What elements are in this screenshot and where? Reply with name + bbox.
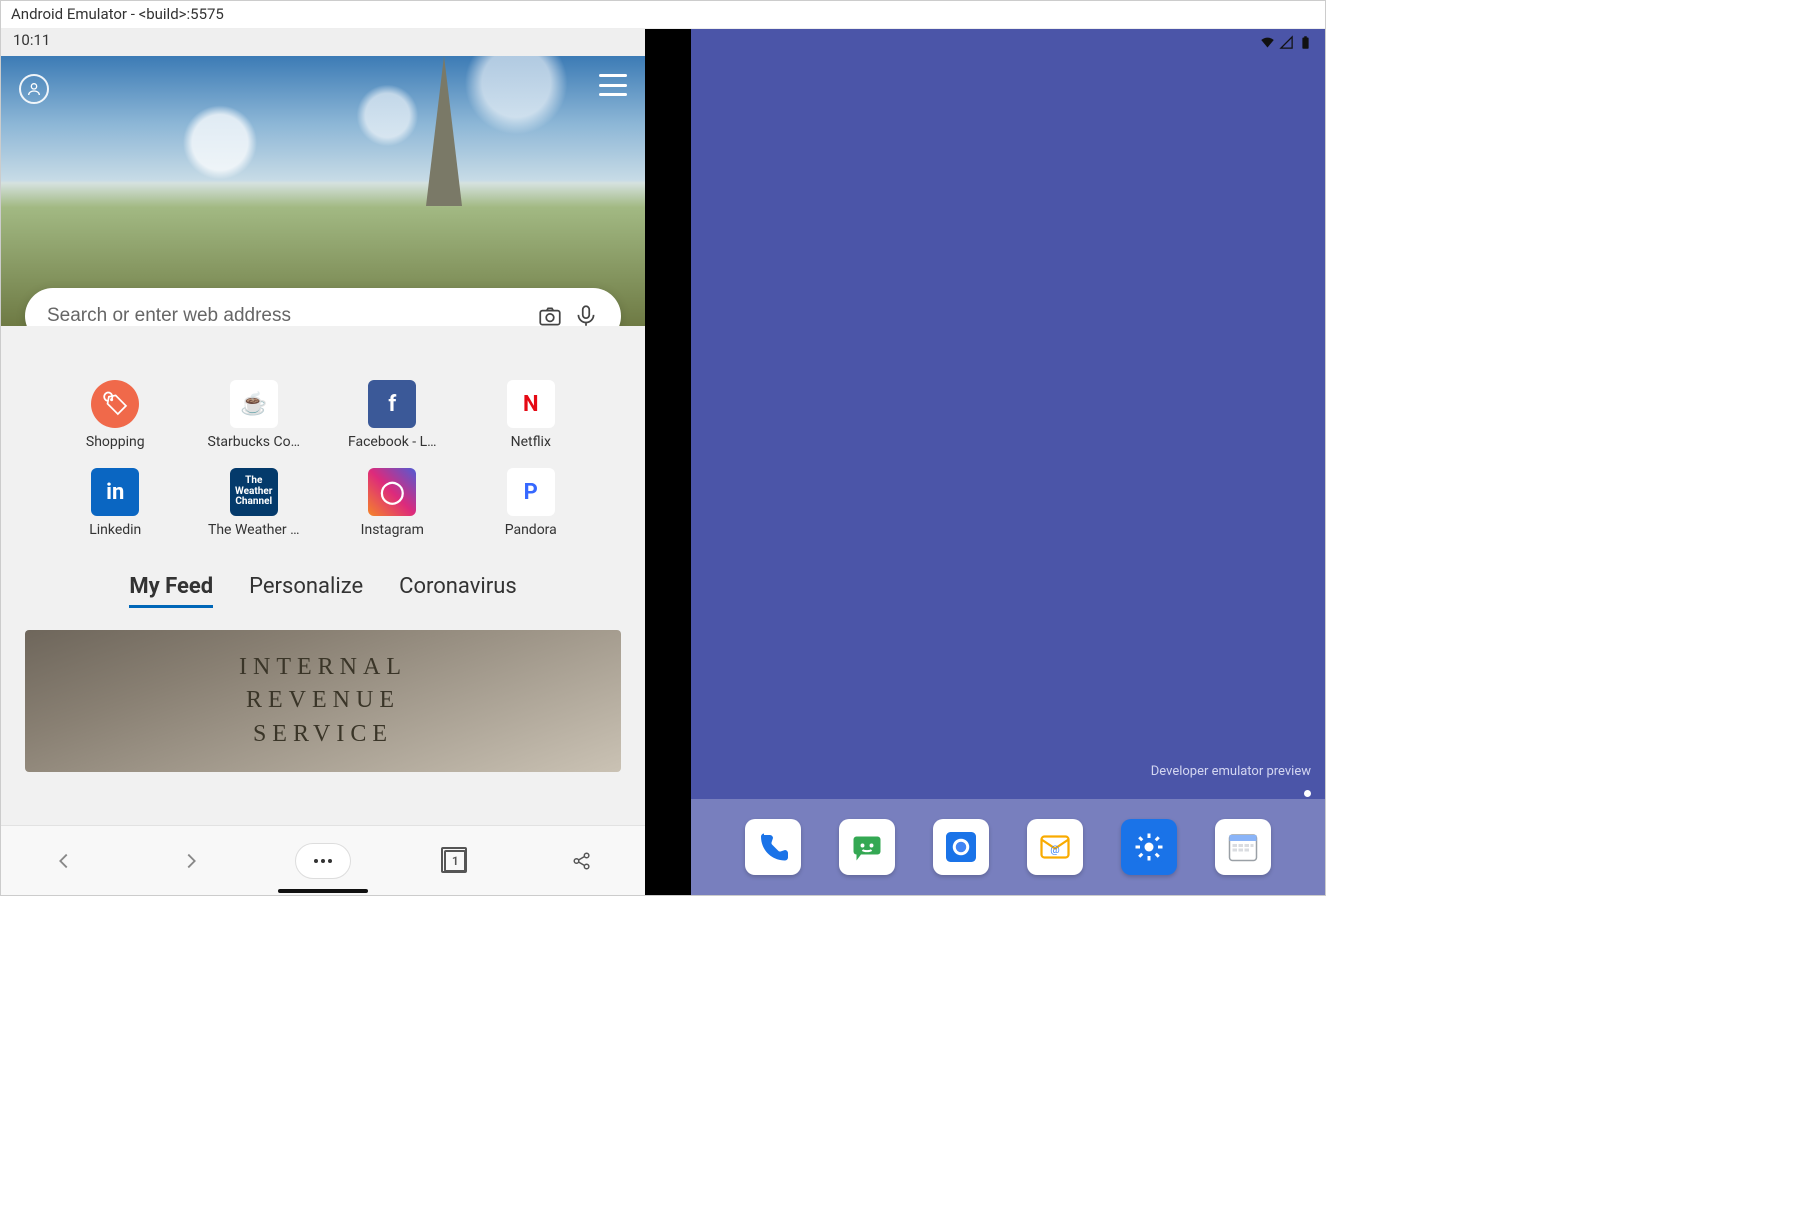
status-bar-time: 10:11 — [1, 29, 645, 56]
quick-link-7[interactable]: P Pandora — [467, 468, 596, 538]
quick-link-6[interactable]: ◯ Instagram — [328, 468, 457, 538]
hero-image — [1, 56, 645, 326]
home-indicator — [278, 889, 368, 893]
quick-link-icon: ◯ — [368, 468, 416, 516]
quick-link-label: Pandora — [505, 522, 557, 538]
feed-article-image-text: INTERNAL REVENUE SERVICE — [239, 651, 407, 752]
page-indicator-dot — [1304, 790, 1311, 797]
right-screen: Developer emulator preview @ — [691, 29, 1325, 895]
status-bar-right — [1260, 35, 1313, 50]
battery-icon — [1298, 35, 1313, 50]
search-bar[interactable] — [25, 288, 621, 326]
profile-button[interactable] — [19, 74, 49, 104]
dock-app-calendar[interactable] — [1215, 819, 1271, 875]
camera-icon[interactable] — [537, 303, 563, 326]
feed-tab-my-feed[interactable]: My Feed — [129, 574, 213, 608]
quick-link-label: Facebook - L… — [348, 434, 437, 450]
quick-link-icon: N — [507, 380, 555, 428]
share-icon — [571, 850, 593, 872]
quick-link-label: Linkedin — [89, 522, 141, 538]
left-screen: 10:11 🏷 Shopping ☕ Starbucks Co… f Facebook -… — [1, 29, 645, 895]
dock-app-phone[interactable] — [745, 819, 801, 875]
browser-bottom-nav: 1 — [1, 825, 645, 895]
quick-link-label: The Weather … — [208, 522, 300, 538]
back-button[interactable] — [42, 839, 86, 883]
person-icon — [26, 81, 42, 97]
screen-gap — [645, 29, 691, 895]
dual-screen-container: 10:11 🏷 Shopping ☕ Starbucks Co… f Facebook -… — [1, 29, 1325, 895]
dock-app-camera[interactable] — [933, 819, 989, 875]
quick-link-label: Netflix — [511, 434, 551, 450]
more-icon — [312, 858, 334, 864]
quick-link-icon: P — [507, 468, 555, 516]
microphone-icon[interactable] — [573, 303, 599, 326]
share-button[interactable] — [560, 839, 604, 883]
feed-tab-coronavirus[interactable]: Coronavirus — [399, 574, 517, 608]
quick-link-label: Shopping — [86, 434, 145, 450]
quick-link-icon: in — [91, 468, 139, 516]
quick-link-icon: ☕ — [230, 380, 278, 428]
quick-link-label: Instagram — [361, 522, 424, 538]
chevron-left-icon — [53, 850, 75, 872]
dock-app-settings[interactable] — [1121, 819, 1177, 875]
dock-app-messages[interactable] — [839, 819, 895, 875]
quick-link-label: Starbucks Co… — [208, 434, 300, 450]
wifi-icon — [1260, 35, 1275, 50]
tabs-count: 1 — [444, 850, 466, 872]
address-input[interactable] — [47, 305, 527, 326]
tabs-button[interactable]: 1 — [433, 839, 477, 883]
more-button[interactable] — [295, 843, 351, 879]
chevron-right-icon — [180, 850, 202, 872]
quick-link-1[interactable]: ☕ Starbucks Co… — [190, 380, 319, 450]
menu-button[interactable] — [599, 74, 627, 96]
quick-link-0[interactable]: 🏷 Shopping — [51, 380, 180, 450]
quick-link-3[interactable]: N Netflix — [467, 380, 596, 450]
feed-tab-personalize[interactable]: Personalize — [249, 574, 363, 608]
app-dock: @ — [691, 799, 1325, 895]
quick-link-icon: 🏷 — [91, 380, 139, 428]
feed-article[interactable]: INTERNAL REVENUE SERVICE — [25, 630, 621, 772]
quick-link-icon: The Weather Channel — [230, 468, 278, 516]
quick-link-icon: f — [368, 380, 416, 428]
feed-tabs: My Feed Personalize Coronavirus — [1, 574, 645, 608]
developer-preview-label: Developer emulator preview — [1151, 764, 1311, 779]
quick-link-5[interactable]: The Weather Channel The Weather … — [190, 468, 319, 538]
quick-links-grid: 🏷 Shopping ☕ Starbucks Co… f Facebook - L… N Ne… — [1, 380, 645, 538]
window-title: Android Emulator - <build>:5575 — [1, 1, 1325, 29]
quick-link-2[interactable]: f Facebook - L… — [328, 380, 457, 450]
forward-button[interactable] — [169, 839, 213, 883]
dock-app-email[interactable]: @ — [1027, 819, 1083, 875]
quick-link-4[interactable]: in Linkedin — [51, 468, 180, 538]
signal-icon — [1279, 35, 1294, 50]
svg-text:@: @ — [1050, 843, 1059, 856]
